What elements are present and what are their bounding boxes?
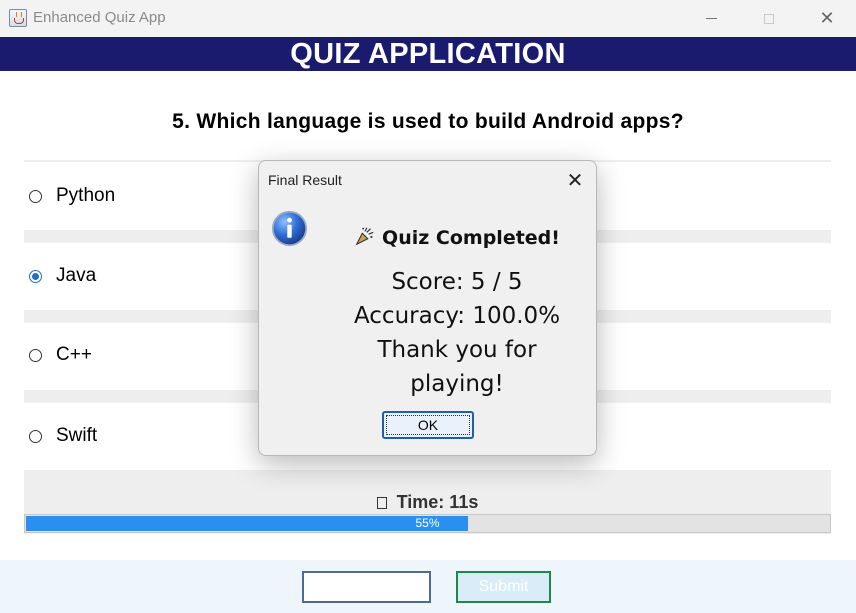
timer-label: Time: 11s xyxy=(396,492,479,512)
minimize-icon xyxy=(705,18,717,19)
java-app-icon xyxy=(9,9,27,27)
timer-display: Time: 11s xyxy=(24,492,831,513)
score-text: Score: 5 / 5 xyxy=(391,269,523,295)
radio-button-selected[interactable] xyxy=(29,269,42,283)
dialog-heading: Quiz Completed! xyxy=(329,223,585,253)
submit-button[interactable]: Submit xyxy=(456,571,551,603)
dialog-close-button[interactable]: ✕ xyxy=(559,165,591,195)
thanks-text-line1: Thank you for xyxy=(377,337,537,363)
window-close-button[interactable]: ✕ xyxy=(798,0,856,37)
ok-button[interactable]: OK xyxy=(382,411,474,439)
info-icon xyxy=(271,210,308,247)
ok-button-label: OK xyxy=(417,417,439,433)
radio-button[interactable] xyxy=(29,189,42,203)
option-label: Java xyxy=(56,265,97,286)
close-icon: ✕ xyxy=(819,7,835,29)
radio-button[interactable] xyxy=(29,429,42,443)
close-icon: ✕ xyxy=(566,168,584,192)
radio-button[interactable] xyxy=(29,348,42,362)
window-title: Enhanced Quiz App xyxy=(33,9,166,26)
dialog-message: Quiz Completed! Score: 5 / 5 Accuracy: 1… xyxy=(329,223,585,401)
minimize-button[interactable] xyxy=(682,0,740,37)
timer-panel: Time: 11s 55% xyxy=(24,470,831,534)
timer-progress-bar: 55% xyxy=(24,514,831,533)
option-label: Swift xyxy=(56,425,98,446)
final-result-dialog: Final Result ✕ Quiz Completed! Score: 5 … xyxy=(258,160,597,456)
party-popper-icon xyxy=(355,227,374,246)
quiz-app-window: Enhanced Quiz App ✕ QUIZ APPLICATION 5. … xyxy=(0,0,856,613)
option-label: C++ xyxy=(56,344,92,365)
question-text: 5. Which language is used to build Andro… xyxy=(172,110,684,133)
option-label: Python xyxy=(56,185,116,206)
header-banner: QUIZ APPLICATION xyxy=(0,37,856,71)
dialog-heading-text: Quiz Completed! xyxy=(382,227,560,249)
accuracy-text: Accuracy: 100.0% xyxy=(353,303,561,329)
page-title: QUIZ APPLICATION xyxy=(290,37,566,70)
maximize-button[interactable] xyxy=(740,0,798,37)
dialog-title: Final Result xyxy=(268,172,342,188)
maximize-icon xyxy=(764,13,774,24)
timer-icon xyxy=(376,497,387,509)
progress-label: 55% xyxy=(415,516,440,530)
window-titlebar: Enhanced Quiz App ✕ xyxy=(0,0,856,37)
thanks-text-line2: playing! xyxy=(410,371,504,397)
answer-input[interactable] xyxy=(302,571,431,603)
dialog-titlebar: Final Result ✕ xyxy=(259,161,596,199)
